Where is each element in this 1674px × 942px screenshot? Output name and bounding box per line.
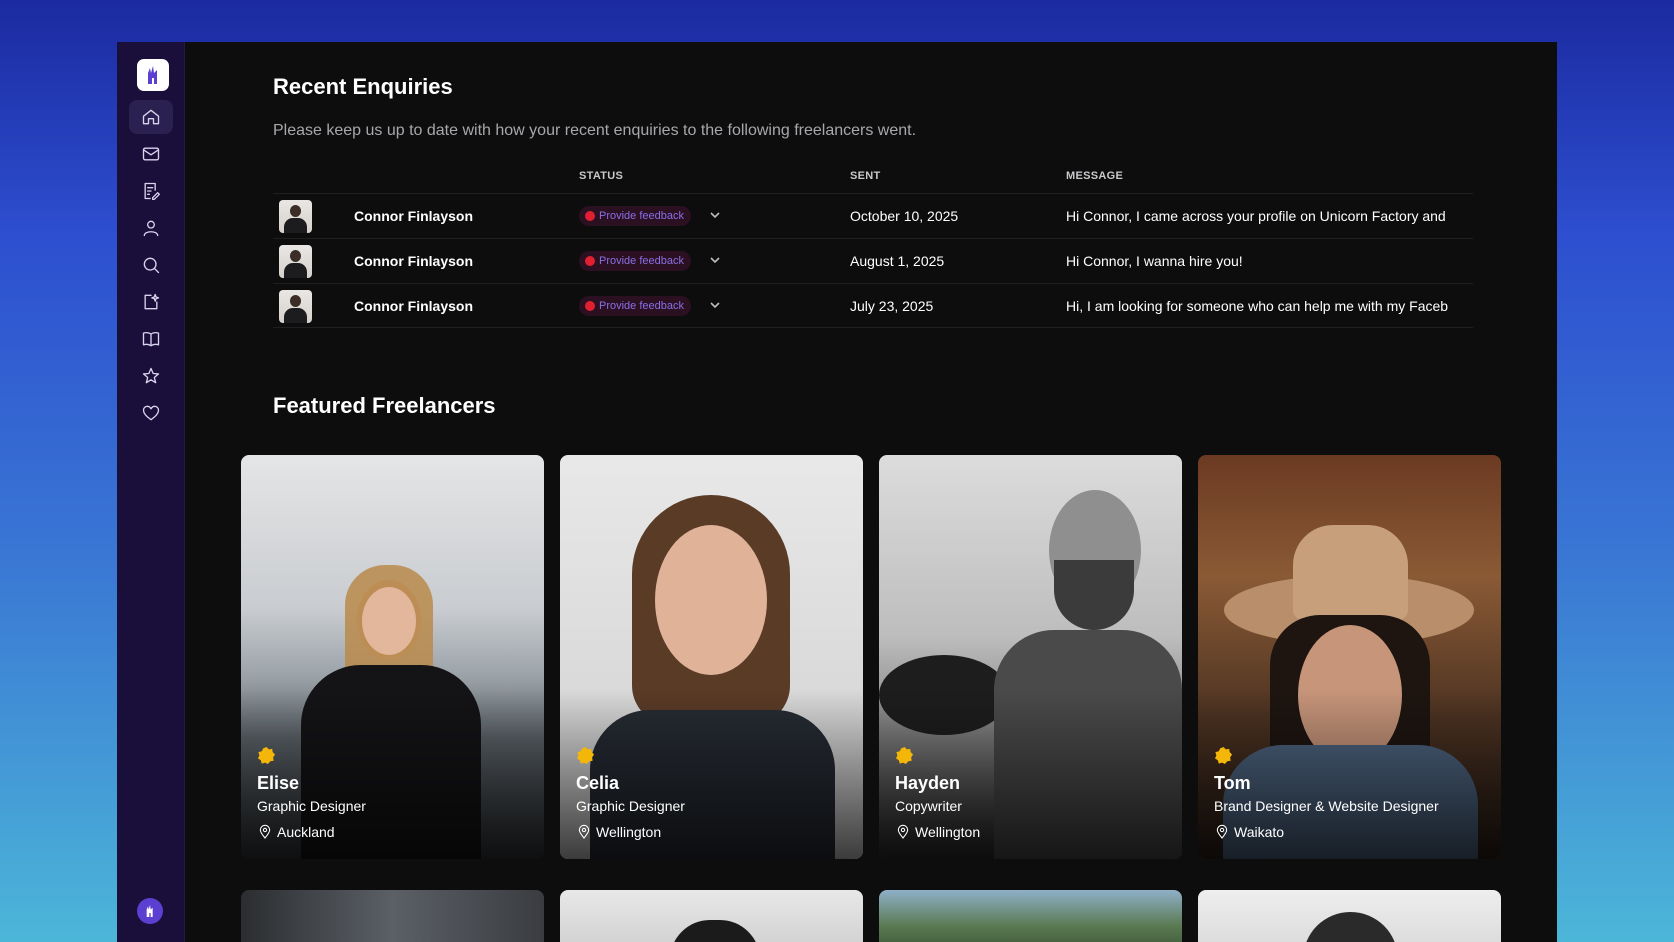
- featured-freelancers-heading: Featured Freelancers: [273, 393, 496, 418]
- status-dot-icon: [585, 256, 595, 266]
- sidebar-item-messages[interactable]: [129, 137, 173, 171]
- location-pin-icon: [259, 824, 271, 839]
- status-label: Provide feedback: [599, 255, 684, 267]
- freelancer-card[interactable]: Hayden Copywriter Wellington: [879, 455, 1182, 859]
- chevron-down-icon: [710, 257, 720, 264]
- sidebar-item-notes[interactable]: [129, 174, 173, 208]
- freelancer-role: Brand Designer & Website Designer: [1214, 798, 1439, 814]
- sidebar-item-profile[interactable]: [129, 211, 173, 245]
- sidebar-item-saved[interactable]: [129, 396, 173, 430]
- status-dot-icon: [585, 211, 595, 221]
- verified-badge-icon: [1214, 746, 1233, 765]
- star-icon: [142, 367, 160, 384]
- location-label: Waikato: [1234, 824, 1285, 840]
- avatar: [279, 290, 312, 323]
- chevron-down-icon: [710, 302, 720, 309]
- freelancer-name[interactable]: Connor Finlayson: [354, 298, 473, 314]
- freelancer-card[interactable]: [1198, 890, 1501, 942]
- status-badge[interactable]: Provide feedback: [579, 296, 691, 316]
- location-label: Wellington: [915, 824, 981, 840]
- recent-enquiries-heading: Recent Enquiries: [273, 74, 453, 99]
- freelancer-location: Waikato: [1214, 824, 1284, 840]
- app-window: Recent Enquiries Please keep us up to da…: [117, 42, 1557, 942]
- avatar: [279, 245, 312, 278]
- status-dropdown[interactable]: [708, 208, 722, 222]
- chevron-down-icon: [710, 212, 720, 219]
- book-icon: [142, 331, 160, 347]
- status-label: Provide feedback: [599, 300, 684, 312]
- freelancer-name: Elise: [257, 773, 300, 793]
- status-dot-icon: [585, 301, 595, 311]
- status-dropdown[interactable]: [708, 253, 722, 267]
- verified-badge-icon: [895, 746, 914, 765]
- home-icon: [142, 109, 160, 125]
- freelancer-card[interactable]: [560, 890, 863, 942]
- sidebar: [117, 42, 185, 942]
- location-pin-icon: [578, 824, 590, 839]
- sidebar-item-guides[interactable]: [129, 322, 173, 356]
- column-header-message: MESSAGE: [1066, 170, 1124, 182]
- heart-icon: [142, 405, 160, 421]
- column-header-sent: SENT: [850, 170, 881, 182]
- sidebar-item-favourites[interactable]: [129, 359, 173, 393]
- freelancer-card[interactable]: Celia Graphic Designer Wellington: [560, 455, 863, 859]
- sidebar-item-home[interactable]: [129, 100, 173, 134]
- freelancer-card[interactable]: Tom Brand Designer & Website Designer Wa…: [1198, 455, 1501, 859]
- sent-date: July 23, 2025: [850, 298, 934, 314]
- location-label: Wellington: [596, 824, 662, 840]
- freelancer-location: Wellington: [576, 824, 661, 840]
- freelancer-location: Auckland: [257, 824, 335, 840]
- status-dropdown[interactable]: [708, 298, 722, 312]
- freelancer-card[interactable]: [879, 890, 1182, 942]
- freelancer-name: Hayden: [895, 773, 961, 793]
- user-icon: [143, 220, 159, 237]
- status-label: Provide feedback: [599, 210, 684, 222]
- search-icon: [143, 257, 160, 274]
- edit-sparkle-icon: [144, 293, 160, 310]
- location-pin-icon: [1216, 824, 1228, 839]
- table-row[interactable]: Connor Finlayson Provide feedback July 2…: [273, 283, 1473, 328]
- freelancer-card[interactable]: Elise Graphic Designer Auckland: [241, 455, 544, 859]
- notes-icon: [144, 182, 160, 200]
- main-content: Recent Enquiries Please keep us up to da…: [185, 42, 1557, 942]
- freelancer-name[interactable]: Connor Finlayson: [354, 253, 473, 269]
- avatar: [279, 200, 312, 233]
- sidebar-item-search[interactable]: [129, 248, 173, 282]
- table-row[interactable]: Connor Finlayson Provide feedback Octobe…: [273, 193, 1473, 238]
- message-preview: Hi Connor, I came across your profile on…: [1066, 208, 1446, 224]
- sent-date: October 10, 2025: [850, 208, 959, 224]
- verified-badge-icon: [576, 746, 595, 765]
- sidebar-item-post[interactable]: [129, 285, 173, 319]
- location-pin-icon: [897, 824, 909, 839]
- status-badge[interactable]: Provide feedback: [579, 206, 691, 226]
- location-label: Auckland: [277, 824, 335, 840]
- freelancer-name[interactable]: Connor Finlayson: [354, 208, 473, 224]
- freelancer-name: Celia: [576, 773, 620, 793]
- message-preview: Hi Connor, I wanna hire you!: [1066, 253, 1243, 269]
- freelancer-role: Graphic Designer: [576, 798, 685, 814]
- column-header-status: STATUS: [579, 170, 624, 182]
- mail-icon: [142, 147, 160, 161]
- verified-badge-icon: [257, 746, 276, 765]
- message-preview: Hi, I am looking for someone who can hel…: [1066, 298, 1449, 314]
- freelancer-card[interactable]: [241, 890, 544, 942]
- unicorn-logo[interactable]: [137, 59, 169, 91]
- recent-enquiries-subtitle: Please keep us up to date with how your …: [273, 122, 917, 139]
- status-badge[interactable]: Provide feedback: [579, 251, 691, 271]
- freelancer-name: Tom: [1214, 773, 1251, 793]
- enquiries-table: Connor Finlayson Provide feedback Octobe…: [273, 193, 1473, 328]
- freelancer-location: Wellington: [895, 824, 980, 840]
- sent-date: August 1, 2025: [850, 253, 945, 269]
- freelancer-role: Copywriter: [895, 798, 962, 814]
- freelancer-role: Graphic Designer: [257, 798, 366, 814]
- account-avatar[interactable]: [137, 898, 163, 924]
- table-row[interactable]: Connor Finlayson Provide feedback August…: [273, 238, 1473, 283]
